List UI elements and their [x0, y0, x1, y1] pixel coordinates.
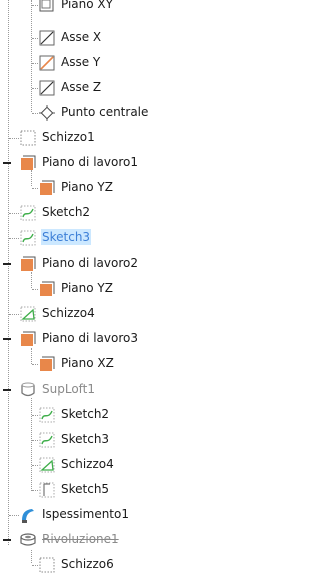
tree-item-label: SupLoft1 — [42, 382, 96, 396]
loft-surface-icon — [19, 381, 37, 399]
tree-item-asse-z[interactable]: Asse Z — [0, 75, 321, 100]
tree-item-rivoluzione1[interactable]: Rivoluzione1 — [0, 527, 321, 552]
tree-item-schizzo4[interactable]: Schizzo4 — [0, 301, 321, 326]
sketch-curve-icon — [19, 204, 37, 222]
axis-icon — [38, 54, 56, 72]
tree-item-piano-di-lavoro2[interactable]: Piano di lavoro2 — [0, 251, 321, 276]
tree-item-piano-xz[interactable]: Piano XZ — [0, 351, 321, 376]
sketch-curve-icon — [38, 481, 56, 499]
tree-item-label: Sketch3 — [61, 432, 110, 446]
thicken-icon — [19, 506, 37, 524]
collapse-toggle[interactable] — [3, 263, 11, 265]
plane-icon — [38, 0, 56, 14]
revolve-icon — [19, 531, 37, 549]
sketch-empty-icon — [19, 129, 37, 147]
sketch-curve-icon — [38, 406, 56, 424]
tree-item-label: Ispessimento1 — [42, 507, 129, 521]
tree-item-label: Schizzo4 — [42, 306, 95, 320]
tree-item-label: Asse Y — [61, 55, 101, 69]
tree-item-label: Schizzo4 — [61, 457, 114, 471]
collapse-toggle[interactable] — [3, 162, 11, 164]
tree-item-suploft1[interactable]: SupLoft1 — [0, 377, 321, 402]
workplane-icon — [38, 179, 56, 197]
tree-item-label: Punto centrale — [61, 105, 149, 119]
collapse-toggle[interactable] — [3, 338, 11, 340]
tree-item-sketch2[interactable]: Sketch2 — [0, 200, 321, 225]
tree-item-asse-y[interactable]: Asse Y — [0, 50, 321, 75]
tree-item-sketch2[interactable]: Sketch2 — [0, 402, 321, 427]
workplane-icon — [38, 280, 56, 298]
sketch-curve-icon — [19, 229, 37, 247]
tree-item-label: Sketch2 — [42, 205, 91, 219]
sketch-curve-icon — [38, 431, 56, 449]
workplane-icon — [19, 330, 37, 348]
workplane-icon — [19, 154, 37, 172]
sketch-icon — [38, 456, 56, 474]
tree-item-asse-x[interactable]: Asse X — [0, 25, 321, 50]
axis-icon — [38, 29, 56, 47]
tree-item-label: Piano di lavoro1 — [42, 155, 138, 169]
sketch-empty-icon — [38, 556, 56, 574]
tree-item-label: Sketch2 — [61, 407, 110, 421]
tree-item-sketch3[interactable]: Sketch3 — [0, 427, 321, 452]
tree-item-piano-di-lavoro1[interactable]: Piano di lavoro1 — [0, 150, 321, 175]
tree-item-label: Rivoluzione1 — [42, 532, 119, 546]
tree-item-label: Sketch3 — [41, 229, 92, 245]
tree-item-label: Piano YZ — [61, 180, 113, 194]
tree-item-piano-xy[interactable]: Piano XY — [0, 0, 321, 17]
tree-item-schizzo1[interactable]: Schizzo1 — [0, 125, 321, 150]
tree-item-label: Sketch5 — [61, 482, 110, 496]
tree-item-label: Piano YZ — [61, 281, 113, 295]
tree-item-sketch5[interactable]: Sketch5 — [0, 477, 321, 502]
tree-item-label: Piano XZ — [61, 356, 114, 370]
collapse-toggle[interactable] — [3, 539, 11, 541]
tree-item-piano-yz[interactable]: Piano YZ — [0, 276, 321, 301]
tree-item-punto-centrale[interactable]: Punto centrale — [0, 100, 321, 125]
tree-item-piano-di-lavoro3[interactable]: Piano di lavoro3 — [0, 326, 321, 351]
tree-item-label: Asse X — [61, 30, 102, 44]
tree-item-piano-yz[interactable]: Piano YZ — [0, 175, 321, 200]
tree-item-label: Piano XY — [61, 0, 113, 11]
tree-item-label: Schizzo6 — [61, 557, 114, 571]
tree-item-label: Schizzo1 — [42, 130, 95, 144]
tree-item-label: Piano di lavoro3 — [42, 331, 138, 345]
workplane-icon — [19, 255, 37, 273]
axis-icon — [38, 79, 56, 97]
tree-item-schizzo6[interactable]: Schizzo6 — [0, 552, 321, 577]
sketch-icon — [19, 305, 37, 323]
tree-item-sketch3[interactable]: Sketch3 — [0, 225, 321, 250]
collapse-toggle[interactable] — [3, 389, 11, 391]
tree-item-label: Piano di lavoro2 — [42, 256, 138, 270]
center-point-icon — [38, 104, 56, 122]
tree-item-label: Asse Z — [61, 80, 102, 94]
tree-item-ispessimento1[interactable]: Ispessimento1 — [0, 502, 321, 527]
workplane-icon — [38, 355, 56, 373]
tree-item-schizzo4[interactable]: Schizzo4 — [0, 452, 321, 477]
model-browser-tree: Piano XY Asse X Asse Y Asse Z Punto cent… — [0, 0, 321, 573]
